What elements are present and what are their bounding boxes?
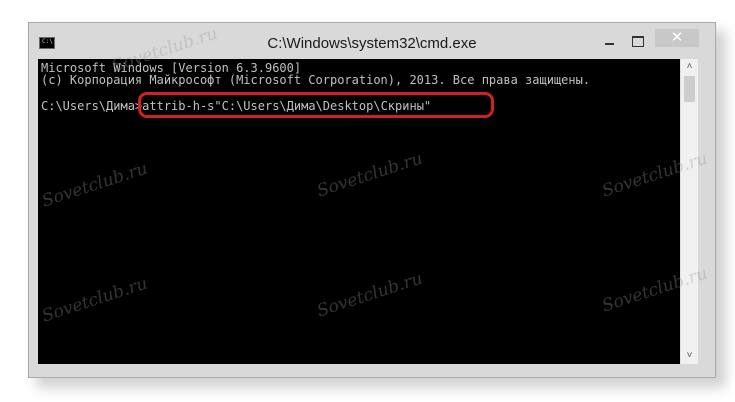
close-icon: ✕: [670, 29, 684, 46]
console-area[interactable]: Microsoft Windows [Version 6.3.9600] (c)…: [38, 59, 680, 364]
maximize-button[interactable]: [627, 31, 649, 51]
command-highlight-outline: [138, 92, 494, 118]
vertical-scrollbar[interactable]: ˄ ˅: [680, 59, 698, 364]
console-prompt: C:\Users\Дима>: [41, 99, 143, 113]
close-button[interactable]: ✕: [655, 29, 699, 47]
title-bar[interactable]: C:\ C:\Windows\system32\cmd.exe ✕: [29, 23, 715, 59]
cmd-window[interactable]: C:\ C:\Windows\system32\cmd.exe ✕ Micros…: [28, 22, 716, 378]
scroll-up-icon[interactable]: ˄: [681, 59, 698, 75]
scroll-down-icon[interactable]: ˅: [681, 348, 698, 364]
maximize-icon: [632, 36, 644, 47]
minimize-button[interactable]: [599, 31, 621, 51]
scroll-thumb[interactable]: [684, 76, 695, 102]
console-copyright-line: (c) Корпорация Майкрософт (Microsoft Cor…: [41, 73, 591, 87]
screenshot-stage: C:\ C:\Windows\system32\cmd.exe ✕ Micros…: [0, 0, 735, 402]
minimize-icon: [605, 43, 614, 45]
